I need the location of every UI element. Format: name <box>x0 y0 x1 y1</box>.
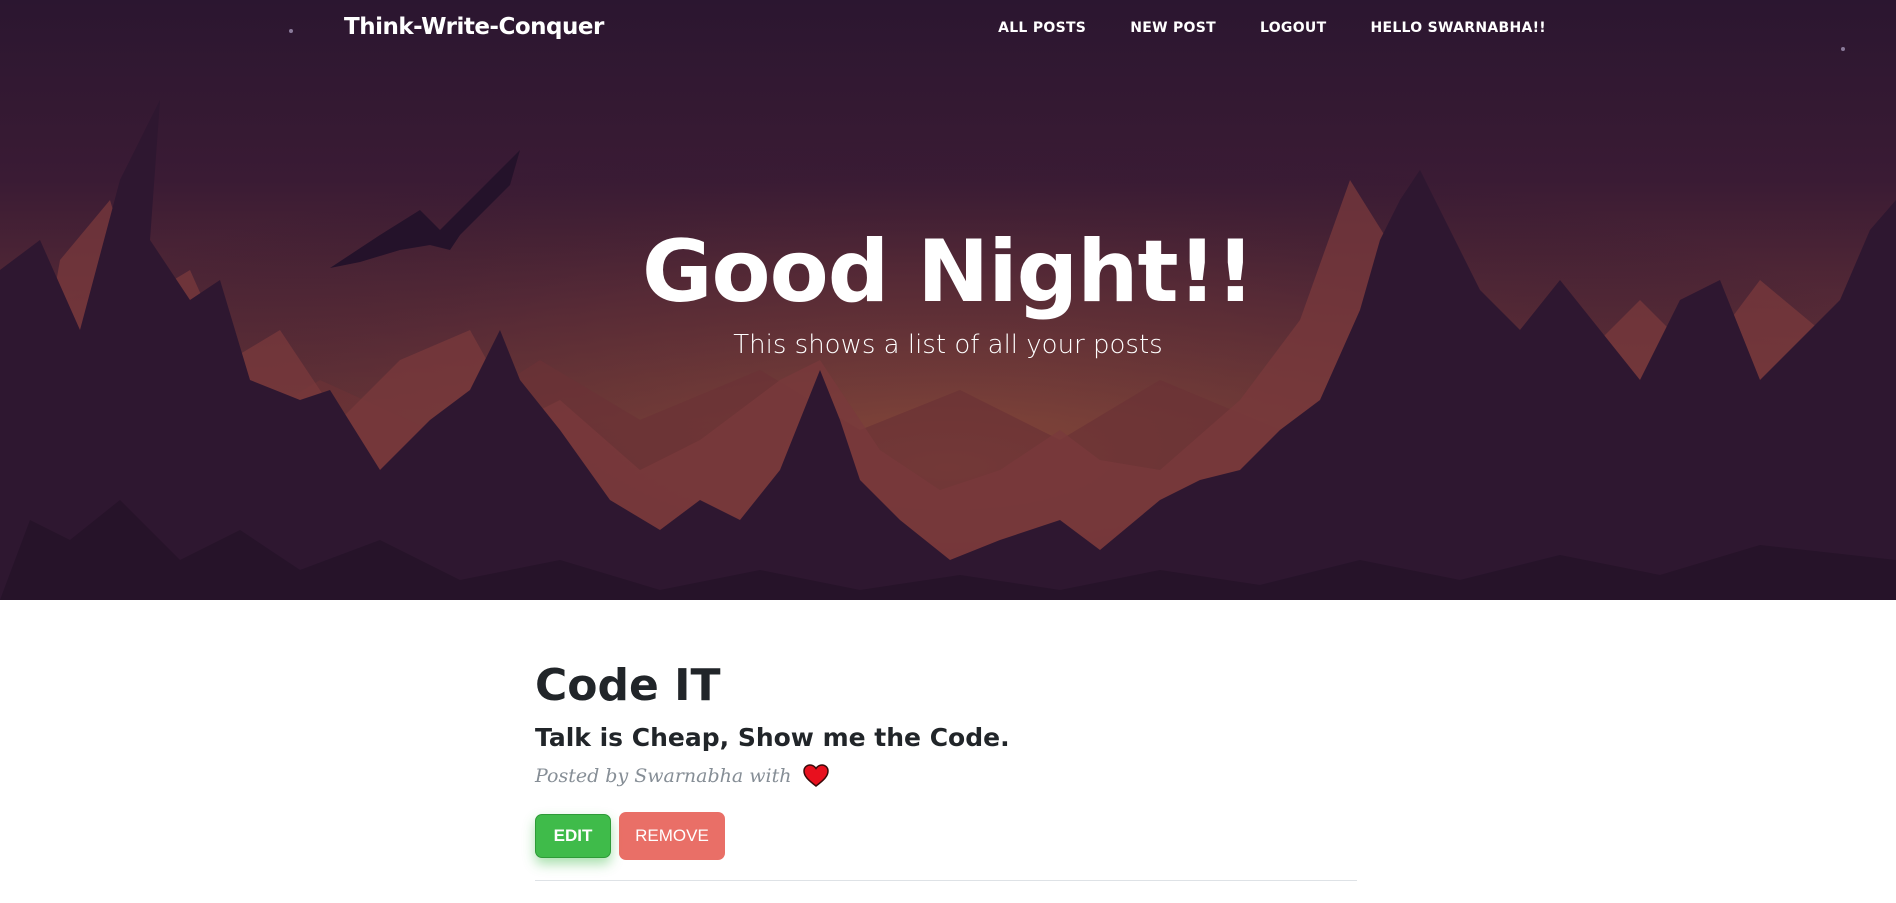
nav-logout[interactable]: LOGOUT <box>1260 20 1326 36</box>
hero-heading: Good Night!! This shows a list of all yo… <box>0 222 1896 360</box>
heart-icon <box>803 764 830 788</box>
post-meta: Posted by Swarnabha with <box>535 764 1357 788</box>
hero-header: Think-Write-Conquer ALL POSTS NEW POST L… <box>0 0 1896 600</box>
post-preview: Code IT Talk is Cheap, Show me the Code.… <box>535 658 1357 881</box>
nav-new-post[interactable]: NEW POST <box>1130 20 1216 36</box>
navbar: Think-Write-Conquer ALL POSTS NEW POST L… <box>0 0 1896 60</box>
post-meta-text: Posted by Swarnabha with <box>535 765 792 787</box>
brand-link[interactable]: Think-Write-Conquer <box>344 14 604 40</box>
post-actions: EDIT REMOVE <box>535 812 1357 860</box>
post-subtitle: Talk is Cheap, Show me the Code. <box>535 723 1010 752</box>
post-divider <box>535 880 1357 881</box>
nav-links: ALL POSTS NEW POST LOGOUT HELLO SWARNABH… <box>998 20 1546 36</box>
hero-title: Good Night!! <box>641 222 1255 322</box>
post-list: Code IT Talk is Cheap, Show me the Code.… <box>535 600 1357 881</box>
remove-button[interactable]: REMOVE <box>619 812 725 860</box>
edit-button[interactable]: EDIT <box>535 814 611 858</box>
nav-all-posts[interactable]: ALL POSTS <box>998 20 1086 36</box>
hero-subtitle: This shows a list of all your posts <box>733 330 1163 360</box>
post-title[interactable]: Code IT <box>535 658 1357 714</box>
nav-user-greeting[interactable]: HELLO SWARNABHA!! <box>1370 20 1546 36</box>
